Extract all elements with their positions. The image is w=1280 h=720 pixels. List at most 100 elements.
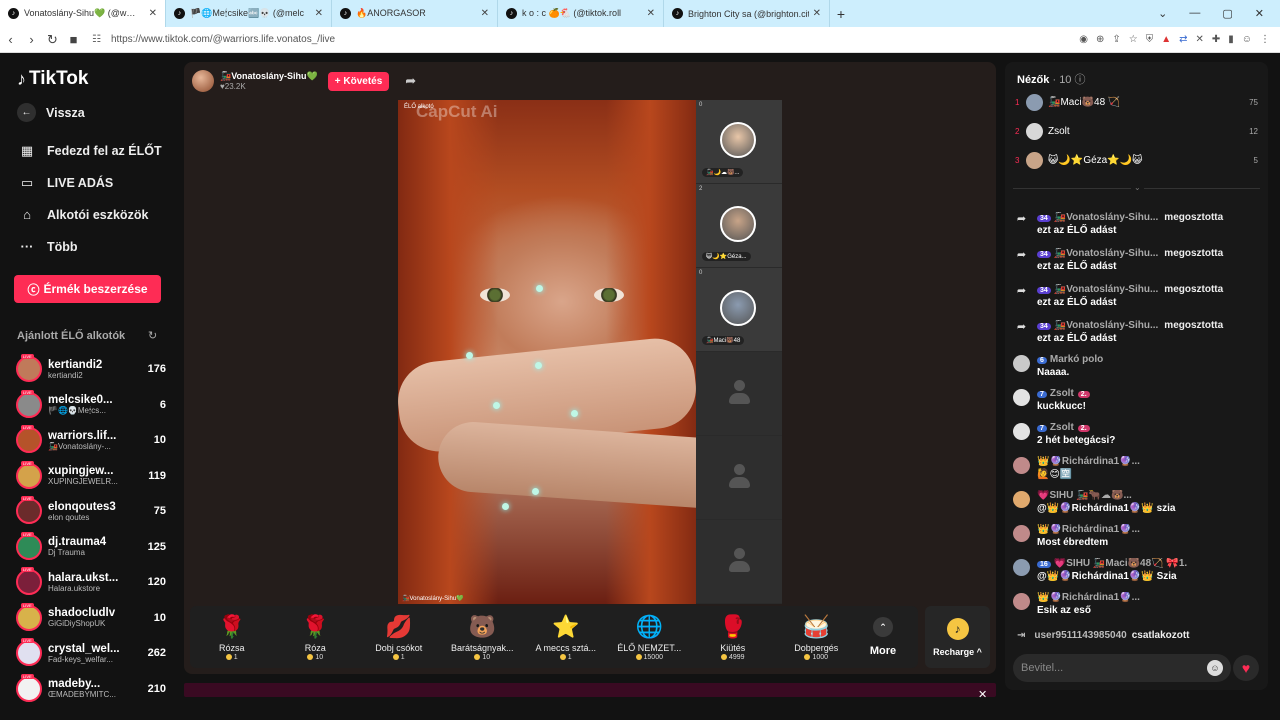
gift-item[interactable]: 🐻 Barátságnyak... 10 (441, 606, 525, 668)
chat-username[interactable]: 👑🔮Richárdina1🔮... (1037, 524, 1140, 535)
chat-username[interactable]: 💗SIHU 🚂Maci🐻48🏹 🎀1. (1054, 558, 1187, 569)
creator-row[interactable]: LIVE xupingjew... XUPINGJEWELR... 119 (16, 459, 166, 493)
guest-slot[interactable]: 2 😺🌙⭐Géza... (696, 184, 782, 268)
sidebar-icon[interactable]: ▮ (1228, 34, 1234, 45)
profile-icon[interactable]: ☺ (1242, 34, 1252, 45)
chat-input-box[interactable]: ☺ (1013, 654, 1231, 682)
cast-icon[interactable]: ◉ (1079, 34, 1088, 45)
tab-search-icon[interactable]: ⌄ (1158, 7, 1167, 20)
triangle-icon[interactable]: ▲ (1161, 34, 1171, 45)
chat-input[interactable] (1021, 662, 1207, 674)
live-video[interactable]: CapCut Ai ÉLŐ alkotó 🚂Vonatoslány-Sihu💚 (398, 100, 696, 604)
creator-row[interactable]: LIVE halara.ukst... Halara.ukstore 120 (16, 565, 166, 599)
nav-item[interactable]: ▦ Fedezd fel az ÉLŐT (17, 143, 162, 159)
info-icon[interactable]: ⓘ (1075, 74, 1086, 86)
chat-avatar[interactable] (1013, 593, 1030, 610)
viewers-header[interactable]: Nézők · 10 ⓘ (1017, 71, 1086, 87)
chat-username[interactable]: 👑🔮Richárdina1🔮... (1037, 456, 1140, 467)
chat-username[interactable]: Zsolt (1050, 422, 1074, 433)
back-arrow-icon[interactable]: ‹ (0, 32, 21, 47)
tab-close-icon[interactable]: ✕ (481, 8, 489, 19)
gift-item[interactable]: 🥁 Dobpergés 1000 (775, 606, 859, 668)
new-tab-button[interactable]: + (830, 6, 852, 22)
forward-arrow-icon[interactable]: › (21, 32, 42, 47)
expand-chevron-icon[interactable]: ⌄ (1131, 183, 1144, 192)
chat-username[interactable]: 💗SIHU 🚂🐂☁🐻... (1037, 490, 1132, 501)
reload-icon[interactable]: ↻ (42, 32, 63, 48)
top-viewer-row[interactable]: 2 Zsolt 12 (1015, 121, 1258, 141)
browser-tab[interactable]: ♪ Vonatoslány-Sihu💚 (@w… ✕ (0, 0, 166, 27)
browser-tab[interactable]: ♪ Brighton City sa (@brighton.city) ÉLŐ ✕ (664, 0, 830, 27)
minimize-icon[interactable]: — (1189, 7, 1200, 20)
creator-row[interactable]: LIVE kertiandi2 kertiandi2 176 (16, 352, 166, 386)
browser-tab[interactable]: ♪ 🔥ANORGASOR ✕ (332, 0, 498, 27)
recharge-button[interactable]: ♪ Recharge ^ (925, 606, 990, 668)
guest-slot[interactable]: 0 🚂🌙☁🐻... (696, 100, 782, 184)
browser-tab[interactable]: ♪ k o : c 🍊🐔 (@tiktok.roll ✕ (498, 0, 664, 27)
share-arrow-icon[interactable]: ➦ (405, 73, 416, 89)
chat-avatar[interactable] (1013, 559, 1030, 576)
share-page-icon[interactable]: ⇪ (1112, 34, 1120, 45)
address-bar[interactable]: ☷ https://www.tiktok.com/@warriors.life.… (92, 30, 892, 50)
chat-avatar[interactable] (1013, 491, 1030, 508)
refresh-icon[interactable]: ↻ (148, 329, 157, 342)
tab-close-icon[interactable]: ✕ (149, 8, 157, 19)
host-avatar[interactable] (192, 70, 214, 92)
nav-item[interactable]: ⌂ Alkotói eszközök (17, 207, 148, 222)
nav-item[interactable]: ▭ LIVE ADÁS (17, 175, 113, 191)
empty-guest-slot[interactable] (696, 352, 782, 436)
creator-row[interactable]: LIVE madeby... ŒMADEBYMITC... 210 (16, 672, 166, 706)
chat-username[interactable]: 🚂Vonatoslány-Sihu... (1054, 212, 1159, 223)
top-viewer-row[interactable]: 3 😺🌙⭐Géza⭐🌙😺 5 (1015, 150, 1258, 170)
creator-row[interactable]: LIVE melcsike0... 🏴🌐💀Me🕯cs... 6 (16, 388, 166, 422)
chat-username[interactable]: Zsolt (1050, 388, 1074, 399)
chat-avatar[interactable] (1013, 457, 1030, 474)
close-icon[interactable]: ✕ (978, 688, 987, 701)
more-gifts-button[interactable]: ⌃ More (858, 606, 908, 668)
chat-username[interactable]: 🚂Vonatoslány-Sihu... (1054, 320, 1159, 331)
creator-row[interactable]: LIVE warriors.lif... 🚂Vonatoslány-... 10 (16, 423, 166, 457)
creator-row[interactable]: LIVE elonqoutes3 elon qoutes 75 (16, 494, 166, 528)
star-icon[interactable]: ☆ (1129, 34, 1138, 45)
puzzle-icon[interactable]: ✚ (1212, 34, 1220, 45)
bottom-banner[interactable] (184, 683, 996, 697)
creator-row[interactable]: LIVE dj.trauma4 Dj Trauma 125 (16, 530, 166, 564)
chat-avatar[interactable] (1013, 423, 1030, 440)
tab-close-icon[interactable]: ✕ (647, 8, 655, 19)
top-viewer-row[interactable]: 1 🚂Maci🐻48 🏹 75 (1015, 92, 1258, 112)
chat-avatar[interactable] (1013, 389, 1030, 406)
host-name[interactable]: 🚂Vonatoslány-Sihu💚 (220, 71, 318, 82)
bookmark-icon[interactable]: ■ (63, 32, 84, 47)
site-info-icon[interactable]: ☷ (92, 34, 101, 45)
browser-tab[interactable]: ♪ 🏴🌐Me🕯csike🔤💀 (@melc ✕ (166, 0, 332, 27)
gift-item[interactable]: ⭐ A meccs sztá... 1 (524, 606, 608, 668)
gift-item[interactable]: 💋 Dobj csókot 1 (357, 606, 441, 668)
gift-item[interactable]: 🌹 Rózsa 1 (190, 606, 274, 668)
translate-icon[interactable]: ⇄ (1179, 34, 1187, 45)
shield-icon[interactable]: ⛨ (1146, 34, 1154, 45)
gift-item[interactable]: 🥊 Kiütés 4999 (691, 606, 775, 668)
zoom-icon[interactable]: ⊕ (1096, 34, 1104, 45)
nav-item[interactable]: ··· Több (17, 239, 78, 254)
tiktok-logo[interactable]: ♪ TikTok (17, 68, 88, 90)
close-window-icon[interactable]: ✕ (1255, 7, 1264, 20)
empty-guest-slot[interactable] (696, 436, 782, 520)
chat-username[interactable]: 👑🔮Richárdina1🔮... (1037, 592, 1140, 603)
gift-item[interactable]: 🌹 Róza 10 (274, 606, 358, 668)
follow-button[interactable]: + Követés (327, 71, 390, 91)
heart-icon[interactable]: ♥ (1233, 655, 1259, 681)
maximize-icon[interactable]: ▢ (1222, 7, 1232, 20)
empty-guest-slot[interactable] (696, 520, 782, 604)
chat-avatar[interactable] (1013, 355, 1030, 372)
back-link[interactable]: ← Vissza (17, 103, 85, 122)
chat-avatar[interactable] (1013, 525, 1030, 542)
chat-username[interactable]: 🚂Vonatoslány-Sihu... (1054, 284, 1159, 295)
extension-x-icon[interactable]: ✕ (1195, 34, 1203, 45)
chat-username[interactable]: 🚂Vonatoslány-Sihu... (1054, 248, 1159, 259)
get-coins-button[interactable]: ⓒ Érmék beszerzése (14, 275, 161, 303)
join-user[interactable]: user9511143985040 (1034, 630, 1126, 641)
emoji-icon[interactable]: ☺ (1207, 660, 1223, 676)
chat-username[interactable]: Markó polo (1050, 354, 1103, 365)
gift-item[interactable]: 🌐 ÉLŐ NEMZET... 15000 (608, 606, 692, 668)
creator-row[interactable]: LIVE crystal_wel... Fad-keys_welfar... 262 (16, 636, 166, 670)
